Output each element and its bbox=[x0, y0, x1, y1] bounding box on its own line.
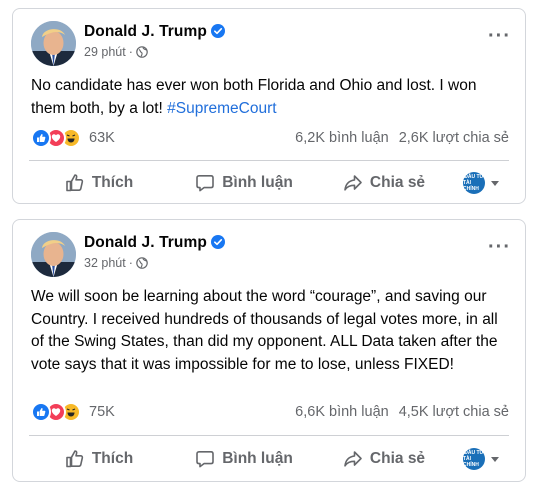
author-avatar[interactable] bbox=[31, 21, 76, 66]
post-text: No candidate has ever won both Florida a… bbox=[31, 75, 511, 120]
globe-icon bbox=[136, 257, 148, 269]
thumbs-up-icon bbox=[66, 450, 83, 468]
stats-right: 6,6K bình luận 4,5K lượt chia sẻ bbox=[295, 404, 509, 420]
page-switcher[interactable]: ĐẦU TƯ TÀI CHÍNH bbox=[463, 448, 499, 470]
author-name-text[interactable]: Donald J. Trump bbox=[84, 234, 207, 251]
reaction-icons[interactable]: 63K bbox=[31, 128, 115, 148]
post-card: Donald J. Trump 32 phút · ··· We will so… bbox=[12, 219, 526, 482]
share-label[interactable]: Chia sẻ bbox=[370, 450, 425, 468]
like-reaction-icon bbox=[31, 128, 51, 148]
divider bbox=[29, 435, 509, 436]
page-avatar-line2: TÀI CHÍNH bbox=[463, 180, 479, 192]
comment-bubble-icon bbox=[196, 175, 214, 192]
like-label[interactable]: Thích bbox=[92, 450, 133, 468]
reaction-count[interactable]: 75K bbox=[89, 404, 115, 420]
meta-separator: · bbox=[128, 45, 133, 59]
comment-label[interactable]: Bình luận bbox=[222, 450, 293, 468]
like-label[interactable]: Thích bbox=[92, 174, 133, 192]
share-count[interactable]: 2,6K lượt chia sẻ bbox=[399, 130, 509, 146]
more-options-icon[interactable]: ··· bbox=[488, 26, 511, 46]
comment-label[interactable]: Bình luận bbox=[222, 174, 293, 192]
page-avatar: ĐẦU TƯ TÀI CHÍNH bbox=[463, 448, 485, 470]
engagement-stats: 75K 6,6K bình luận 4,5K lượt chia sẻ bbox=[31, 400, 509, 424]
globe-icon bbox=[136, 46, 148, 58]
post-card: Donald J. Trump 29 phút · ··· No candida… bbox=[12, 8, 526, 204]
like-button[interactable]: Thích bbox=[29, 441, 169, 477]
share-button[interactable]: Chia sẻ bbox=[319, 165, 449, 201]
author-name[interactable]: Donald J. Trump bbox=[84, 234, 225, 252]
page-switcher[interactable]: ĐẦU TƯ TÀI CHÍNH bbox=[463, 172, 499, 194]
action-bar: Thích Bình luận Chia sẻ ĐẦU TƯ TÀI CHÍNH bbox=[29, 163, 509, 203]
author-name-text[interactable]: Donald J. Trump bbox=[84, 23, 207, 40]
post-text: We will soon be learning about the word … bbox=[31, 286, 511, 376]
hashtag-link[interactable]: #SupremeCourt bbox=[167, 100, 276, 117]
post-timestamp[interactable]: 29 phút bbox=[84, 45, 126, 59]
chevron-down-icon bbox=[491, 456, 499, 462]
stats-right: 6,2K bình luận 2,6K lượt chia sẻ bbox=[295, 130, 509, 146]
share-count[interactable]: 4,5K lượt chia sẻ bbox=[399, 404, 509, 420]
page-avatar: ĐẦU TƯ TÀI CHÍNH bbox=[463, 172, 485, 194]
action-bar: Thích Bình luận Chia sẻ ĐẦU TƯ TÀI CHÍNH bbox=[29, 439, 509, 479]
like-reaction-icon bbox=[31, 402, 51, 422]
comment-bubble-icon bbox=[196, 451, 214, 468]
post-meta: 32 phút · bbox=[84, 256, 148, 270]
page-avatar-line2: TÀI CHÍNH bbox=[463, 456, 479, 468]
post-timestamp[interactable]: 32 phút bbox=[84, 256, 126, 270]
comment-count[interactable]: 6,2K bình luận bbox=[295, 130, 389, 146]
post-meta: 29 phút · bbox=[84, 45, 148, 59]
meta-separator: · bbox=[128, 256, 133, 270]
like-button[interactable]: Thích bbox=[29, 165, 169, 201]
share-arrow-icon bbox=[344, 451, 362, 467]
verified-badge-icon bbox=[210, 235, 225, 249]
engagement-stats: 63K 6,2K bình luận 2,6K lượt chia sẻ bbox=[31, 126, 509, 150]
divider bbox=[29, 160, 509, 161]
author-avatar[interactable] bbox=[31, 232, 76, 277]
chevron-down-icon bbox=[491, 180, 499, 186]
thumbs-up-icon bbox=[66, 174, 83, 192]
reaction-icons[interactable]: 75K bbox=[31, 402, 115, 422]
comment-count[interactable]: 6,6K bình luận bbox=[295, 404, 389, 420]
post-body-text: We will soon be learning about the word … bbox=[31, 288, 498, 373]
comment-button[interactable]: Bình luận bbox=[169, 165, 319, 201]
share-button[interactable]: Chia sẻ bbox=[319, 441, 449, 477]
more-options-icon[interactable]: ··· bbox=[488, 237, 511, 257]
share-label[interactable]: Chia sẻ bbox=[370, 174, 425, 192]
comment-button[interactable]: Bình luận bbox=[169, 441, 319, 477]
verified-badge-icon bbox=[210, 24, 225, 38]
share-arrow-icon bbox=[344, 175, 362, 191]
author-name[interactable]: Donald J. Trump bbox=[84, 23, 225, 41]
reaction-count[interactable]: 63K bbox=[89, 130, 115, 146]
